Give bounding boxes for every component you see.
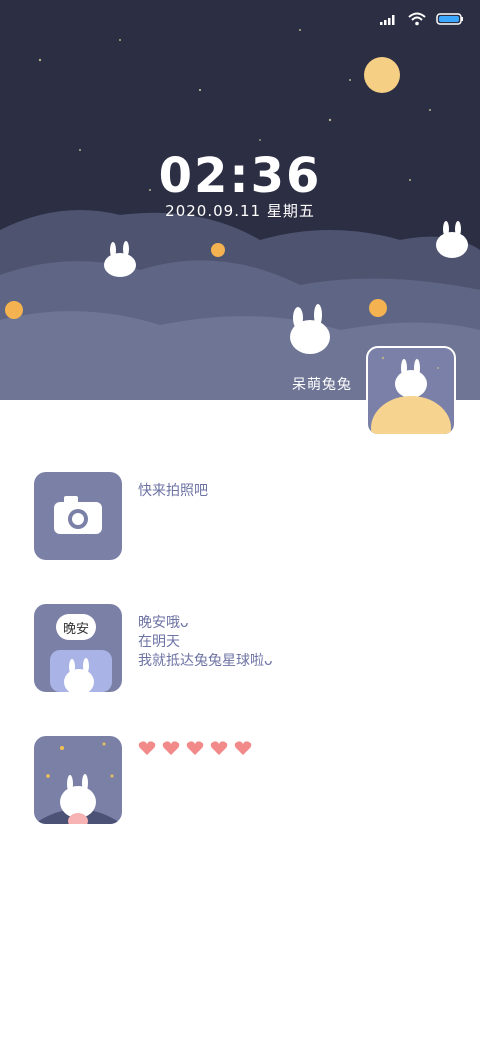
list-item[interactable] — [34, 736, 252, 824]
heart-icon — [186, 741, 204, 755]
list-item[interactable]: 晚安 晚安哦ᴗ 在明天 我就抵达兔兔星球啦ᴗ — [34, 604, 273, 692]
clock-date: 2020.09.11 星期五 — [165, 202, 315, 220]
bunny-stars-thumbnail[interactable] — [34, 736, 122, 824]
clock-time: 02:36 — [158, 148, 322, 204]
camera-icon — [54, 496, 102, 534]
caption-line: 在明天 — [138, 634, 180, 650]
camera-caption: 快来拍照吧 — [138, 483, 208, 499]
goodnight-caption: 晚安哦ᴗ 在明天 我就抵达兔兔星球啦ᴗ — [138, 614, 273, 671]
camera-button[interactable] — [34, 472, 122, 560]
signal-icon — [380, 15, 395, 25]
goodnight-bunny-thumbnail[interactable]: 晚安 — [34, 604, 122, 692]
hearts-row — [138, 740, 252, 756]
bunny-stars-image — [34, 742, 122, 824]
battery-icon — [436, 13, 463, 25]
profile-name[interactable]: 呆萌兔兔 — [292, 374, 352, 394]
wallpaper-header: 02:36 2020.09.11 星期五 呆萌兔兔 — [0, 0, 480, 400]
heart-icon — [162, 741, 180, 755]
wifi-icon — [408, 12, 426, 26]
caption-line: 晚安哦ᴗ — [138, 615, 189, 631]
profile-avatar[interactable] — [366, 346, 456, 436]
heart-icon — [234, 741, 252, 755]
heart-icon — [138, 741, 156, 755]
list-item[interactable]: 快来拍照吧 — [34, 472, 208, 560]
bunny-on-moon-avatar — [371, 356, 451, 434]
heart-icon — [210, 741, 228, 755]
caption-line: 我就抵达兔兔星球啦ᴗ — [138, 653, 273, 669]
speech-bubble: 晚安 — [62, 622, 89, 637]
status-bar — [380, 12, 464, 26]
